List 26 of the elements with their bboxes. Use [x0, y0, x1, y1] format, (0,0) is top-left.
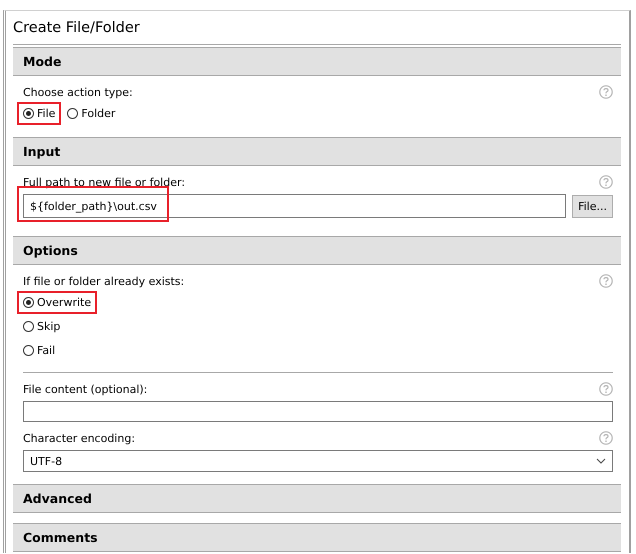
section-header[interactable]: Mode — [13, 47, 621, 76]
chevron-down-icon — [596, 458, 606, 464]
radio-option[interactable]: Skip — [23, 320, 60, 333]
file-browse-button[interactable]: File... — [572, 194, 613, 218]
radio-option[interactable]: Overwrite — [23, 296, 92, 309]
help-icon[interactable] — [599, 274, 613, 288]
help-icon[interactable] — [599, 85, 613, 99]
section-header[interactable]: Comments — [13, 523, 621, 552]
encoding-dropdown[interactable]: UTF-8 — [23, 450, 613, 472]
section-header[interactable]: Input — [13, 137, 621, 166]
path-field[interactable]: ${folder_path}\out.csv — [23, 194, 566, 218]
dialog-title: Create File/Folder — [13, 11, 621, 45]
field-label: Full path to new file or folder: — [23, 176, 186, 188]
section-header[interactable]: Options — [13, 236, 621, 265]
radio-option[interactable]: Folder — [67, 107, 116, 120]
field-label: Character encoding: — [23, 432, 136, 444]
help-icon[interactable] — [599, 175, 613, 189]
field-label: Choose action type: — [23, 86, 133, 98]
help-icon[interactable] — [599, 431, 613, 445]
radio-option[interactable]: File — [23, 107, 56, 120]
help-icon[interactable] — [599, 382, 613, 396]
content-field[interactable] — [23, 401, 613, 422]
field-label: If file or folder already exists: — [23, 274, 184, 288]
field-label: File content (optional): — [23, 382, 148, 396]
radio-option[interactable]: Fail — [23, 344, 56, 357]
section-header[interactable]: Advanced — [13, 484, 621, 513]
